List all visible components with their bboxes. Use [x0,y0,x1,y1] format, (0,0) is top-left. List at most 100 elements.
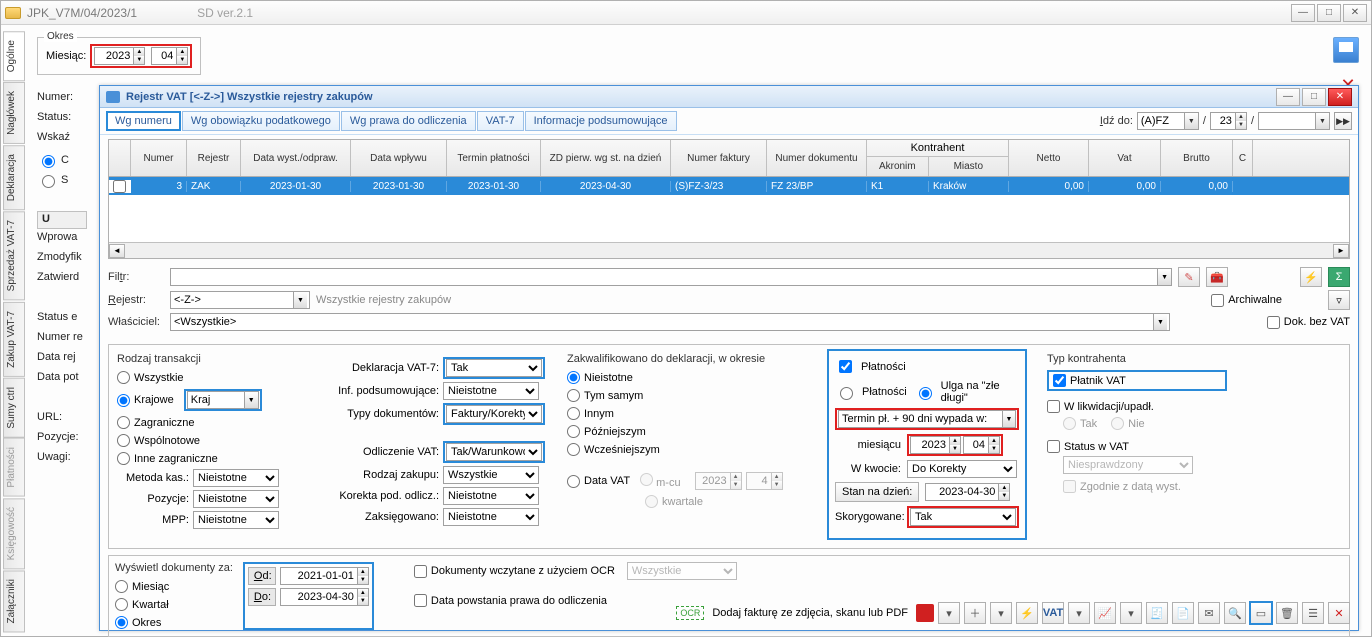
dok-bez-vat-checkbox[interactable] [1267,316,1280,329]
filter-tool-button[interactable]: 🧰 [1206,267,1228,287]
goto-select2[interactable]: ▼ [1258,112,1330,130]
side-tab-zakup[interactable]: Zakup VAT-7 [3,302,25,377]
tb-dropdown[interactable]: ▾ [938,602,960,624]
col-termin[interactable]: Termin płatności [447,140,541,176]
deklaracja-select[interactable]: Tak [446,359,542,377]
rt-krajowe[interactable] [117,394,130,407]
tb-close-button[interactable]: ✕ [1328,602,1350,624]
tab-vat7[interactable]: VAT-7 [477,111,524,131]
tb-search-button[interactable]: 🔍 [1224,602,1246,624]
col-zd[interactable]: ZD pierw. wg st. na dzień [541,140,671,176]
save-icon[interactable] [1333,37,1359,63]
wkwocie-select[interactable]: Do Korekty [907,460,1017,478]
tb-vat-button[interactable]: VAT [1042,602,1064,624]
tb-bluebox-button[interactable]: ▭ [1250,602,1272,624]
sigma-button[interactable]: Σ [1328,267,1350,287]
tb-chart-button[interactable]: 📈 [1094,602,1116,624]
metoda-kas-select[interactable]: Nieistotne [193,469,279,487]
wd-miesiac[interactable] [115,580,128,593]
tb-columns-button[interactable]: ☰ [1302,602,1324,624]
zk-nieistotne[interactable] [567,371,580,384]
stan-na-dzien-button[interactable]: Stan na dzień: [835,482,919,502]
inner-close-button[interactable]: ✕ [1328,88,1352,106]
tb-sheet-button[interactable]: 📄 [1172,602,1194,624]
tb-flash-button[interactable]: ⚡ [1016,602,1038,624]
pozycje-select[interactable]: Nieistotne [193,490,279,508]
zk-innym[interactable] [567,407,580,420]
zk-tymsamym[interactable] [567,389,580,402]
korekta-select[interactable]: Nieistotne [443,487,539,505]
pl-radio-platnosci[interactable] [840,387,853,400]
typy-dok-select[interactable]: Faktury/Korekty [446,405,542,423]
col-akronim[interactable]: Akronim [867,157,929,176]
tab-wg-obowiazku[interactable]: Wg obowiązku podatkowego [182,111,340,131]
od-date-spinner[interactable]: ▲▼ [280,567,369,585]
inner-maximize-button[interactable]: □ [1302,88,1326,106]
tb-trash-button[interactable]: 🗑 [1276,602,1298,624]
inner-minimize-button[interactable]: — [1276,88,1300,106]
goto-end-button[interactable]: ▶▶ [1334,112,1352,130]
side-tab-zalaczniki[interactable]: Załączniki [3,570,25,632]
side-tab-ksiegowosc[interactable]: Księgowość [3,498,25,569]
goto-select[interactable]: ▼ [1137,112,1199,130]
archiwalne-checkbox[interactable] [1211,294,1224,307]
scroll-left-button[interactable]: ◄ [109,244,125,258]
col-netto[interactable]: Netto [1009,140,1089,176]
month-input[interactable] [152,48,176,64]
radio-c[interactable] [42,155,55,168]
month-spinner[interactable]: ▲▼ [151,47,188,65]
filter-select[interactable]: ▼ [170,268,1172,286]
stan-date-spinner[interactable]: ▲▼ [925,483,1010,501]
col-brutto[interactable]: Brutto [1161,140,1233,176]
termin-select[interactable]: ▼ [838,410,1016,428]
grid-scrollbar[interactable]: ◄ ► [109,242,1349,258]
rt-zagraniczne[interactable] [117,416,130,429]
zk-pozniejszym[interactable] [567,425,580,438]
tab-inf-podsum[interactable]: Informacje podsumowujące [525,111,677,131]
side-tab-ogolne[interactable]: Ogólne [3,31,25,81]
col-data-wplywu[interactable]: Data wpływu [351,140,447,176]
tb-more1[interactable]: ▾ [1068,602,1090,624]
platnik-vat-checkbox[interactable] [1053,374,1066,387]
outer-close-button[interactable]: ✕ [1343,4,1367,22]
side-tab-platnosci[interactable]: Płatności [3,438,25,497]
tb-add-dd[interactable]: ▾ [990,602,1012,624]
col-numer[interactable]: Numer [131,140,187,176]
side-tab-sumy[interactable]: Sumy ctrl [3,378,25,438]
outer-maximize-button[interactable]: □ [1317,4,1341,22]
side-tab-sprzedaz[interactable]: Sprzedaż VAT-7 [3,211,25,300]
rodzaj-zakupu-select[interactable]: Wszystkie [443,466,539,484]
zk-datavat[interactable] [567,475,580,488]
col-data-wyst[interactable]: Data wyst./odpraw. [241,140,351,176]
col-miasto[interactable]: Miasto [929,157,1008,176]
wlasciciel-select[interactable]: ▼ [170,313,1170,331]
col-vat[interactable]: Vat [1089,140,1161,176]
rt-wspolnotowe[interactable] [117,434,130,447]
flash-button[interactable]: ⚡ [1300,267,1322,287]
likwidacji-checkbox[interactable] [1047,400,1060,413]
side-tab-deklaracja[interactable]: Deklaracja [3,145,25,210]
pay-month-spinner[interactable]: ▲▼ [963,436,1000,454]
col-nr-dok[interactable]: Numer dokumentu [767,140,867,176]
scroll-right-button[interactable]: ► [1333,244,1349,258]
rejestr-select[interactable]: ▼ [170,291,310,309]
funnel-button[interactable]: ▿ [1328,290,1350,310]
goto-page-spinner[interactable]: ▲▼ [1210,112,1247,130]
kraj-select[interactable]: ▼ [187,391,259,409]
col-nr-faktury[interactable]: Numer faktury [671,140,767,176]
side-tab-naglowek[interactable]: Nagłówek [3,82,25,144]
pay-year-spinner[interactable]: ▲▼ [910,436,961,454]
tb-more2[interactable]: ▾ [1120,602,1142,624]
tb-mail-button[interactable]: ✉ [1198,602,1220,624]
tab-wg-prawa[interactable]: Wg prawa do odliczenia [341,111,476,131]
zk-wczesniejszym[interactable] [567,443,580,456]
outer-minimize-button[interactable]: — [1291,4,1315,22]
col-rejestr[interactable]: Rejestr [187,140,241,176]
radio-s[interactable] [42,175,55,188]
skorygowane-select[interactable]: Tak [910,508,1016,526]
pl-radio-ulga[interactable] [919,387,932,400]
tb-doc-button[interactable]: 🧾 [1146,602,1168,624]
row-checkbox[interactable] [113,180,126,193]
platnosci-checkbox[interactable] [839,360,852,373]
year-input[interactable] [95,48,133,64]
